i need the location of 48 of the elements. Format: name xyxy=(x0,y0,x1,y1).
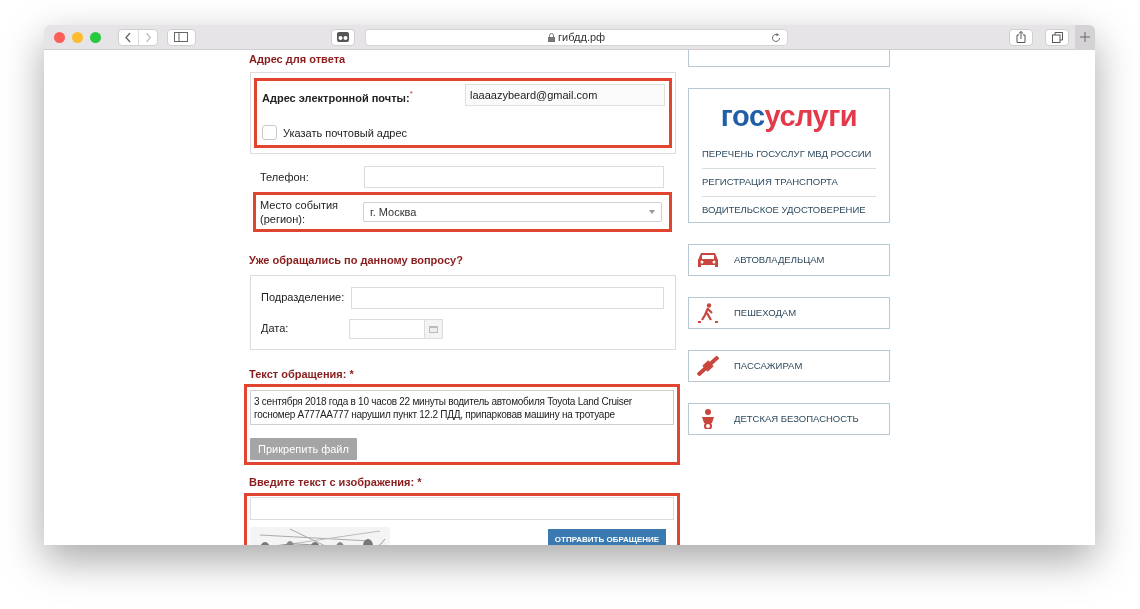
calendar-button[interactable] xyxy=(425,318,443,339)
pedestrian-icon xyxy=(697,303,719,323)
tab-overview-icon[interactable] xyxy=(336,32,349,42)
minimize-window-icon[interactable] xyxy=(72,31,83,43)
share-icon[interactable] xyxy=(1015,31,1026,43)
tabs-icon[interactable] xyxy=(1051,31,1063,43)
region-dropdown[interactable]: г. Москва xyxy=(363,202,662,222)
maximize-window-icon[interactable] xyxy=(90,31,101,43)
sidebar-section-link[interactable]: АВТОВЛАДЕЛЬЦАМ xyxy=(688,244,890,276)
service-link[interactable]: ПЕРЕЧЕНЬ ГОСУСЛУГ МВД РОССИИ xyxy=(702,146,872,162)
section-heading: Текст обращения: * xyxy=(249,366,355,382)
department-field[interactable] xyxy=(351,286,664,309)
address-bar[interactable]: гибдд.рф xyxy=(365,28,789,46)
submit-button[interactable]: ОТПРАВИТЬ ОБРАЩЕНИЕ xyxy=(548,528,666,545)
field-label: Подразделение: xyxy=(261,290,346,306)
captcha-field[interactable] xyxy=(250,496,674,520)
date-field[interactable] xyxy=(349,318,425,339)
new-tab-icon[interactable] xyxy=(1080,32,1091,42)
logo-text: гос xyxy=(720,99,765,133)
message-field[interactable]: 3 сентября 2018 года в 10 часов 22 минуты водитель автомобиля Toyota Land Cruiser госномер А777АА777 нарушил пункт 12.2 ПДД, припарковав машину на тротуаре xyxy=(250,390,674,425)
email-field[interactable]: laaaazybeard@gmail.com xyxy=(465,84,665,106)
car-icon xyxy=(697,251,719,269)
field-label: Место события (регион): xyxy=(260,198,340,226)
field-label: Дата: xyxy=(261,321,290,337)
dropdown-caret-icon xyxy=(649,210,655,214)
sidebar-section-link[interactable]: ДЕТСКАЯ БЕЗОПАСНОСТЬ xyxy=(688,403,890,435)
reload-icon[interactable] xyxy=(771,32,782,43)
calendar-icon xyxy=(429,324,438,333)
child-icon xyxy=(700,409,716,429)
field-label: Телефон: xyxy=(260,169,310,185)
sidebar-section-link[interactable]: ПЕШЕХОДАМ xyxy=(688,297,890,329)
address-text: гибдд.рф xyxy=(558,29,606,45)
required-mark: * xyxy=(409,90,413,100)
section-heading: Уже обращались по данному вопросу? xyxy=(249,253,464,268)
phone-field[interactable] xyxy=(364,166,664,188)
service-link[interactable]: РЕГИСТРАЦИЯ ТРАНСПОРТА xyxy=(702,175,838,190)
seatbelt-icon xyxy=(697,356,719,376)
close-window-icon[interactable] xyxy=(54,31,65,43)
checkbox-label: Указать почтовый адрес xyxy=(283,125,408,141)
service-link[interactable]: ВОДИТЕЛЬСКОЕ УДОСТОВЕРЕНИЕ xyxy=(702,203,866,218)
sidebar-section-link[interactable]: ПАССАЖИРАМ xyxy=(688,350,890,382)
section-heading: Адрес для ответа xyxy=(249,53,347,65)
sidebar-icon[interactable] xyxy=(174,32,189,42)
lock-icon xyxy=(548,32,556,42)
checkbox[interactable] xyxy=(262,125,277,141)
logo-text: услуги xyxy=(764,99,858,133)
section-heading: Введите текст с изображения: * xyxy=(249,475,423,490)
field-label: Адрес электронной почты: xyxy=(262,91,410,106)
